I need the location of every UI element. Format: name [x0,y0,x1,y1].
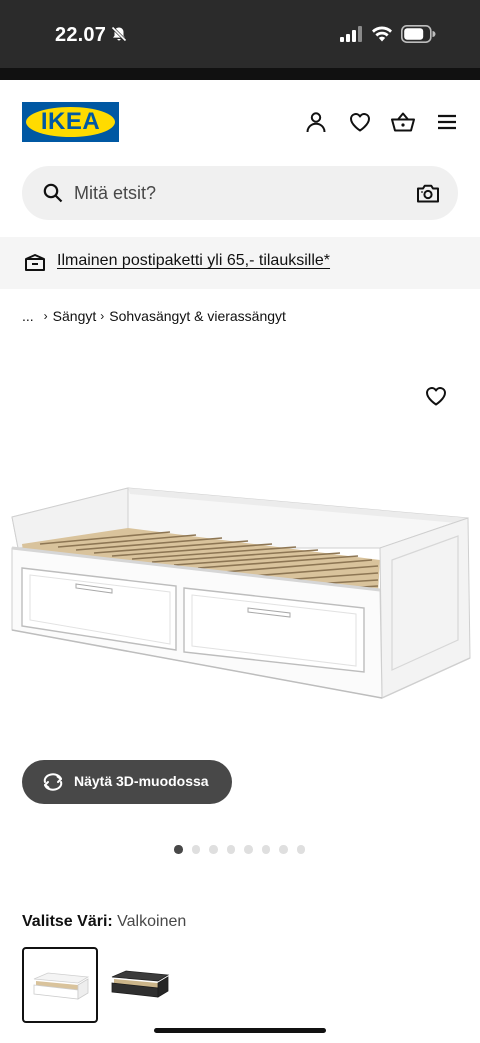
view-3d-label: Näytä 3D-muodossa [74,773,209,789]
color-selected-value: Valkoinen [117,913,187,930]
color-swatch-white[interactable] [22,947,98,1023]
carousel-dot[interactable] [244,845,253,854]
carousel-dot[interactable] [174,845,183,854]
carousel-dot[interactable] [279,845,288,854]
color-swatch-black[interactable] [104,947,180,1023]
camera-search-icon[interactable] [416,182,440,209]
black-daybed-thumbnail [111,970,170,998]
white-daybed-thumbnail [33,972,90,1000]
color-label-heading: Valitse Väri: [22,913,113,930]
wifi-icon [371,24,393,47]
bell-off-icon [110,25,128,48]
signal-icon [339,26,363,47]
menu-icon[interactable] [434,109,460,135]
status-time: 22.07 [55,24,107,46]
basket-icon[interactable] [390,109,416,135]
chevron-right-icon: › [100,309,105,323]
site-header: IKEA [0,80,480,162]
search-icon[interactable] [42,182,64,209]
heart-icon[interactable] [347,109,373,135]
image-carousel-dots [174,845,305,854]
status-bar: 22.07 [0,0,480,68]
breadcrumb-item-sohvasangyt[interactable]: Sohvasängyt & vierassängyt [109,308,286,324]
carousel-dot[interactable] [296,845,305,854]
search-input[interactable] [74,178,404,208]
breadcrumb-item-sangyt[interactable]: Sängyt [53,308,97,324]
logo-oval: IKEA [26,107,115,137]
product-gallery[interactable] [0,340,480,810]
carousel-dot[interactable] [261,845,270,854]
home-indicator [154,1028,326,1033]
add-to-favourites-heart-icon[interactable] [424,384,448,413]
logo-text: IKEA [40,108,101,135]
carousel-dot[interactable] [191,845,200,854]
promo-banner[interactable]: Ilmainen postipaketti yli 65,- tilauksil… [0,237,480,289]
battery-icon [401,25,436,48]
rotate-3d-icon [41,772,65,797]
status-divider [0,68,480,80]
chevron-right-icon: › [43,309,48,323]
breadcrumb-ellipsis[interactable]: ... [22,308,34,324]
user-icon[interactable] [303,109,329,135]
promo-link[interactable]: Ilmainen postipaketti yli 65,- tilauksil… [57,252,330,270]
search-bar[interactable] [22,166,458,220]
ikea-logo[interactable]: IKEA [22,102,119,142]
carousel-dot[interactable] [226,845,235,854]
product-image-daybed [11,487,471,699]
color-select-label: Valitse Väri: Valkoinen [22,913,186,931]
parcel-icon [24,253,46,278]
view-3d-button[interactable]: Näytä 3D-muodossa [22,760,232,804]
breadcrumb: ... › Sängyt › Sohvasängyt & vierassängy… [22,307,286,325]
carousel-dot[interactable] [209,845,218,854]
